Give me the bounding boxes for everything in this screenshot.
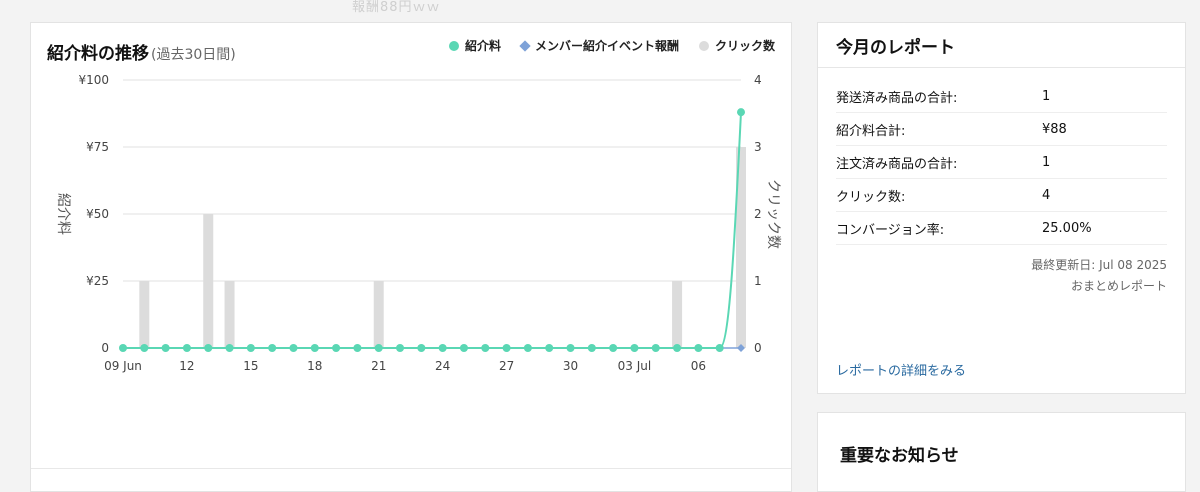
click-bar [203,214,214,348]
card-divider [31,468,791,469]
report-row-clicks: クリック数: 4 [836,179,1167,212]
x-tick-label: 09 Jun [104,359,142,373]
x-tick-label: 24 [435,359,450,373]
y-tick-label: ¥25 [86,274,109,288]
x-tick-label: 27 [499,359,514,373]
commission-point [566,344,575,352]
y-axis-title: 紹介料 [55,193,71,235]
report-row-shipped: 発送済み商品の合計: 1 [836,80,1167,113]
report-row-commission-total: 紹介料合計: ¥88 [836,113,1167,146]
commission-point [438,344,447,352]
watermark-text: 報酬88円ｗｗ [352,0,441,15]
report-meta: 最終更新日: Jul 08 2025 おまとめレポート [818,255,1167,297]
commission-point [587,344,596,352]
y-tick-label: ¥50 [86,207,109,221]
commission-point [353,344,362,352]
commission-point [417,344,426,352]
commission-point [630,344,639,352]
y-tick-label: ¥100 [78,73,109,87]
commission-point [481,344,490,352]
click-bar [139,281,150,348]
last-updated: 最終更新日: Jul 08 2025 [1031,258,1167,272]
commission-point [396,344,405,352]
click-bar [672,281,683,348]
y2-tick-label: 2 [754,207,762,221]
commission-point [737,108,745,117]
report-detail-link[interactable]: レポートの詳細をみる [836,360,966,379]
commission-point [374,344,383,352]
important-notice-card: 重要なお知らせ [817,412,1186,492]
report-title: 今月のレポート [818,23,1185,68]
y-tick-label: 0 [101,341,109,355]
x-tick-label: 15 [243,359,258,373]
commission-point [651,344,660,352]
commission-point [609,344,618,352]
x-tick-label: 18 [307,359,322,373]
x-tick-label: 06 [691,359,706,373]
commission-point [545,344,554,352]
commission-point [182,344,191,352]
x-tick-label: 21 [371,359,386,373]
commission-chart-card: 紹介料の推移 (過去30日間) 紹介料 メンバー紹介イベント報酬 クリック数 ¥1… [30,22,792,492]
report-rows: 発送済み商品の合計: 1 紹介料合計: ¥88 注文済み商品の合計: 1 クリッ… [818,68,1185,245]
x-tick-label: 03 Jul [618,359,652,373]
click-bar [373,281,384,348]
commission-point [140,344,149,352]
y2-axis-title: クリック数 [765,179,781,249]
commission-point [204,344,213,352]
commission-point [673,344,682,352]
x-tick-label: 12 [179,359,194,373]
summary-report-label: おまとめレポート [1070,279,1167,293]
y-tick-label: ¥75 [86,140,109,154]
commission-point [310,344,319,352]
y2-tick-label: 0 [754,341,762,355]
monthly-report-card: 今月のレポート 発送済み商品の合計: 1 紹介料合計: ¥88 注文済み商品の合… [817,22,1186,394]
commission-point [502,344,511,352]
commission-point [268,344,277,352]
commission-point [694,344,703,352]
commission-point [332,344,341,352]
commission-point [225,344,234,352]
commission-point [715,344,724,352]
y2-tick-label: 4 [754,73,762,87]
commission-point [246,344,255,352]
commission-point [523,344,532,352]
commission-point [161,344,170,352]
click-bar [224,281,235,348]
commission-line [123,112,742,349]
report-row-conversion: コンバージョン率: 25.00% [836,212,1167,245]
commission-point [119,344,127,352]
y2-tick-label: 1 [754,274,762,288]
notice-title: 重要なお知らせ [840,446,959,466]
commission-chart: ¥100 4 ¥75 3 ¥50 2 ¥25 1 0 0 紹介料 クリック数 09 Jun 12 15 18 2… [55,73,781,373]
x-tick-label: 30 [563,359,578,373]
commission-point [459,344,468,352]
report-row-ordered: 注文済み商品の合計: 1 [836,146,1167,179]
y2-tick-label: 3 [754,140,762,154]
commission-point [289,344,298,352]
